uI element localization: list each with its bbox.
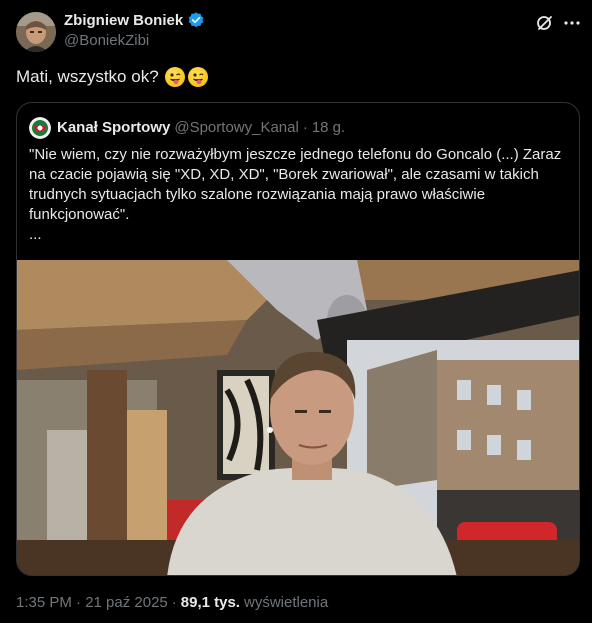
- winking-face-with-tongue-emoji-icon: [187, 67, 208, 87]
- quoted-author-handle[interactable]: @Sportowy_Kanal: [174, 119, 298, 136]
- separator: ·: [171, 594, 177, 611]
- tweet-text: Mati, wszystko ok?: [16, 67, 159, 86]
- quoted-tweet[interactable]: Kanał Sportowy @Sportowy_Kanal · 18 g. "…: [16, 102, 580, 576]
- views-label: wyświetlenia: [243, 594, 329, 611]
- tweet-meta: 1:35 PM · 21 paź 2025 · 89,1 tys. wyświe…: [16, 594, 328, 611]
- views-count[interactable]: 89,1 tys.: [181, 594, 240, 611]
- author-handle[interactable]: @BoniekZibi: [64, 32, 149, 49]
- separator: ·: [302, 119, 308, 136]
- grok-icon[interactable]: [535, 13, 555, 33]
- quoted-header: Kanał Sportowy @Sportowy_Kanal · 18 g.: [57, 119, 345, 136]
- quoted-video-thumbnail[interactable]: [17, 260, 579, 575]
- quoted-time[interactable]: 18 g.: [312, 119, 345, 136]
- author-name[interactable]: Zbigniew Boniek: [64, 12, 183, 29]
- winking-face-with-tongue-emoji-icon: [164, 67, 185, 87]
- quoted-text-line: ...: [29, 226, 42, 243]
- tweet: Zbigniew Boniek @BoniekZibi Mati, wszyst…: [0, 0, 592, 623]
- timestamp[interactable]: 1:35 PM · 21 paź 2025: [16, 594, 168, 611]
- author-avatar[interactable]: [16, 12, 56, 52]
- more-icon[interactable]: [562, 13, 582, 33]
- quoted-author-name[interactable]: Kanał Sportowy: [57, 119, 170, 136]
- tweet-text-row: Mati, wszystko ok?: [16, 67, 208, 87]
- verified-badge-icon: [188, 12, 204, 28]
- quoted-text-line: "Nie wiem, czy nie rozważyłbym jeszcze j…: [29, 146, 562, 223]
- quoted-author-avatar[interactable]: [29, 117, 51, 139]
- quoted-text: "Nie wiem, czy nie rozważyłbym jeszcze j…: [29, 145, 569, 245]
- author-name-row[interactable]: Zbigniew Boniek: [64, 11, 205, 29]
